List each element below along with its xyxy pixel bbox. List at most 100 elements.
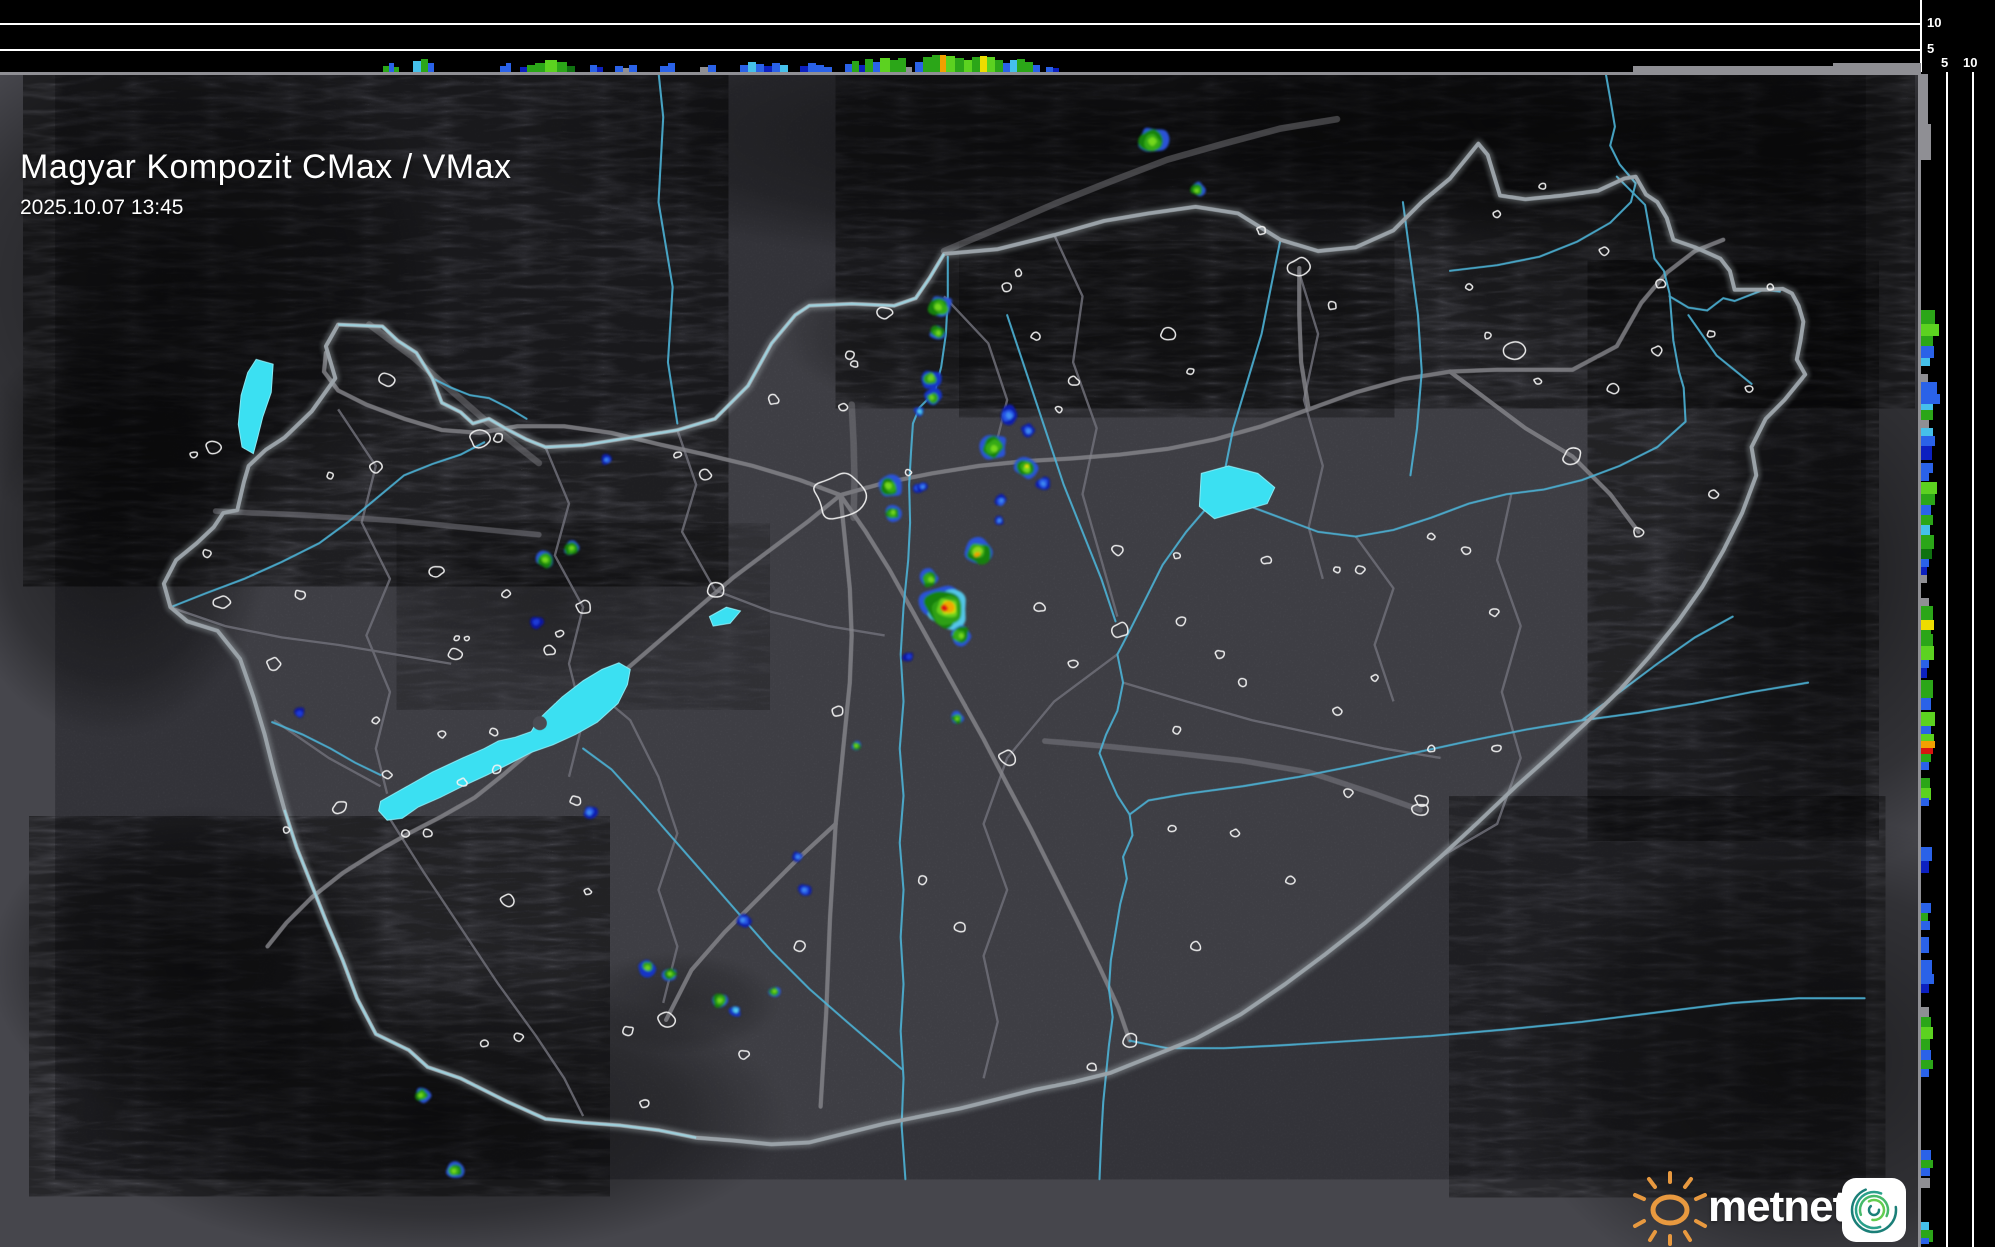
right-profile-bar	[1921, 847, 1932, 861]
right-profile-bar	[1921, 778, 1930, 788]
right-profile-bar	[1921, 463, 1933, 473]
right-profile-bar	[1921, 1178, 1930, 1188]
top-profile-bar	[413, 61, 421, 72]
metnet-logo: metnet	[1630, 1166, 1920, 1246]
top-profile-bar	[506, 63, 511, 72]
top-profile-bar	[915, 62, 923, 72]
top-profile-bar	[824, 67, 832, 72]
top-profile-bar	[527, 65, 535, 72]
right-profile-bar	[1921, 984, 1929, 993]
top-profile-bar	[906, 67, 912, 72]
top-profile-bar	[780, 65, 788, 72]
top-profile-bar	[923, 57, 932, 72]
right-profile-bar	[1921, 668, 1927, 678]
top-profile-bar	[964, 60, 972, 72]
right-profile-bar	[1921, 324, 1939, 336]
right-profile-bars	[1921, 0, 1995, 1247]
right-profile-bar	[1921, 1168, 1930, 1176]
right-profile-bar	[1921, 741, 1935, 748]
top-profile-bar	[808, 63, 816, 72]
top-profile-bar	[615, 66, 623, 72]
map-frame-top	[0, 72, 1995, 75]
top-profile-bar	[898, 58, 906, 72]
timestamp: 2025.10.07 13:45	[20, 196, 184, 219]
right-profile-bar	[1921, 1060, 1933, 1069]
top-profile-bar	[764, 66, 772, 72]
radar-echo-layer	[569, 546, 574, 551]
right-profile-bar	[1921, 535, 1934, 549]
right-profile-bar	[1921, 762, 1929, 770]
top-profile-bar	[972, 57, 980, 72]
right-profile-bar	[1921, 494, 1935, 505]
right-profile-bar	[1921, 937, 1929, 953]
top-profile-bar	[1033, 65, 1040, 72]
right-profile-bar	[1921, 482, 1937, 494]
right-profile-bar	[1921, 336, 1933, 346]
page-title: Magyar Kompozit CMax / VMax	[20, 148, 512, 186]
top-profile-bar	[590, 65, 597, 72]
top-profile-bar	[557, 62, 567, 72]
top-profile-bar	[545, 60, 557, 72]
right-profile-bar	[1921, 310, 1935, 324]
top-profile-bar	[668, 63, 675, 72]
right-profile-bar	[1921, 525, 1930, 535]
right-profile-bar	[1921, 374, 1928, 382]
right-profile-bar	[1921, 754, 1931, 762]
right-profile-bar	[1921, 598, 1929, 606]
right-profile-bar	[1921, 382, 1937, 394]
right-profile-bar	[1921, 428, 1933, 436]
right-profile-bar	[1921, 559, 1929, 567]
top-profile-bar	[1633, 66, 1833, 72]
top-profile-bar	[1003, 63, 1010, 72]
right-profile-bar	[1921, 620, 1934, 630]
right-profile-bar	[1921, 346, 1934, 358]
title-block: Magyar Kompozit CMax / VMax 2025.10.07 1…	[20, 148, 512, 220]
radar-composite-screen: Magyar Kompozit CMax / VMax 2025.10.07 1…	[0, 0, 1995, 1247]
right-profile-bar	[1921, 1238, 1929, 1244]
right-profile-bar	[1921, 903, 1931, 913]
top-profile-bar	[980, 56, 987, 72]
right-profile-bar	[1921, 712, 1935, 726]
top-profile-bar	[880, 58, 890, 72]
right-profile-bar	[1921, 1027, 1933, 1039]
top-profile-bar	[932, 55, 940, 72]
top-profile-bar	[995, 60, 1003, 72]
right-profile-bar	[1921, 698, 1931, 710]
top-profile-bar	[890, 60, 898, 72]
top-profile-bar	[946, 56, 955, 72]
top-profile-bar	[535, 63, 545, 72]
right-profile-bar	[1921, 913, 1928, 921]
right-profile-bar	[1921, 1039, 1930, 1050]
top-profile-bar	[597, 67, 603, 72]
right-profile-bar	[1921, 394, 1940, 404]
right-profile-bar	[1921, 1050, 1931, 1060]
top-profile-bar	[816, 65, 824, 72]
top-profile-bar	[873, 62, 880, 72]
top-profile-bar	[772, 63, 780, 72]
right-profile-bar	[1921, 567, 1927, 575]
right-profile-bar	[1921, 1017, 1931, 1027]
right-profile-bar	[1921, 680, 1933, 698]
right-profile-bar	[1921, 74, 1928, 124]
top-profile-bar	[428, 63, 434, 72]
right-profile-bar	[1921, 1069, 1929, 1077]
top-profile-bar	[1046, 67, 1053, 72]
top-profile-bar	[1053, 68, 1059, 72]
top-profile-bar	[1833, 63, 1921, 72]
top-profile-bar	[987, 57, 995, 72]
right-profile-bar	[1921, 634, 1933, 646]
right-profile-bar	[1921, 515, 1933, 525]
top-profile-bar	[567, 66, 575, 72]
right-profile-bar	[1921, 861, 1929, 873]
top-profile-bar	[800, 66, 808, 72]
right-profile-bar	[1921, 575, 1927, 583]
right-profile-bar	[1921, 420, 1929, 428]
right-profile-bar	[1921, 446, 1932, 460]
top-profile-bar	[852, 61, 859, 72]
top-profile-bar	[740, 65, 748, 72]
top-profile-bar	[1025, 62, 1033, 72]
sun-icon	[1633, 1171, 1707, 1246]
top-profile-bar	[708, 65, 716, 72]
top-profile-bar	[660, 66, 668, 72]
right-profile-bar	[1921, 646, 1934, 660]
